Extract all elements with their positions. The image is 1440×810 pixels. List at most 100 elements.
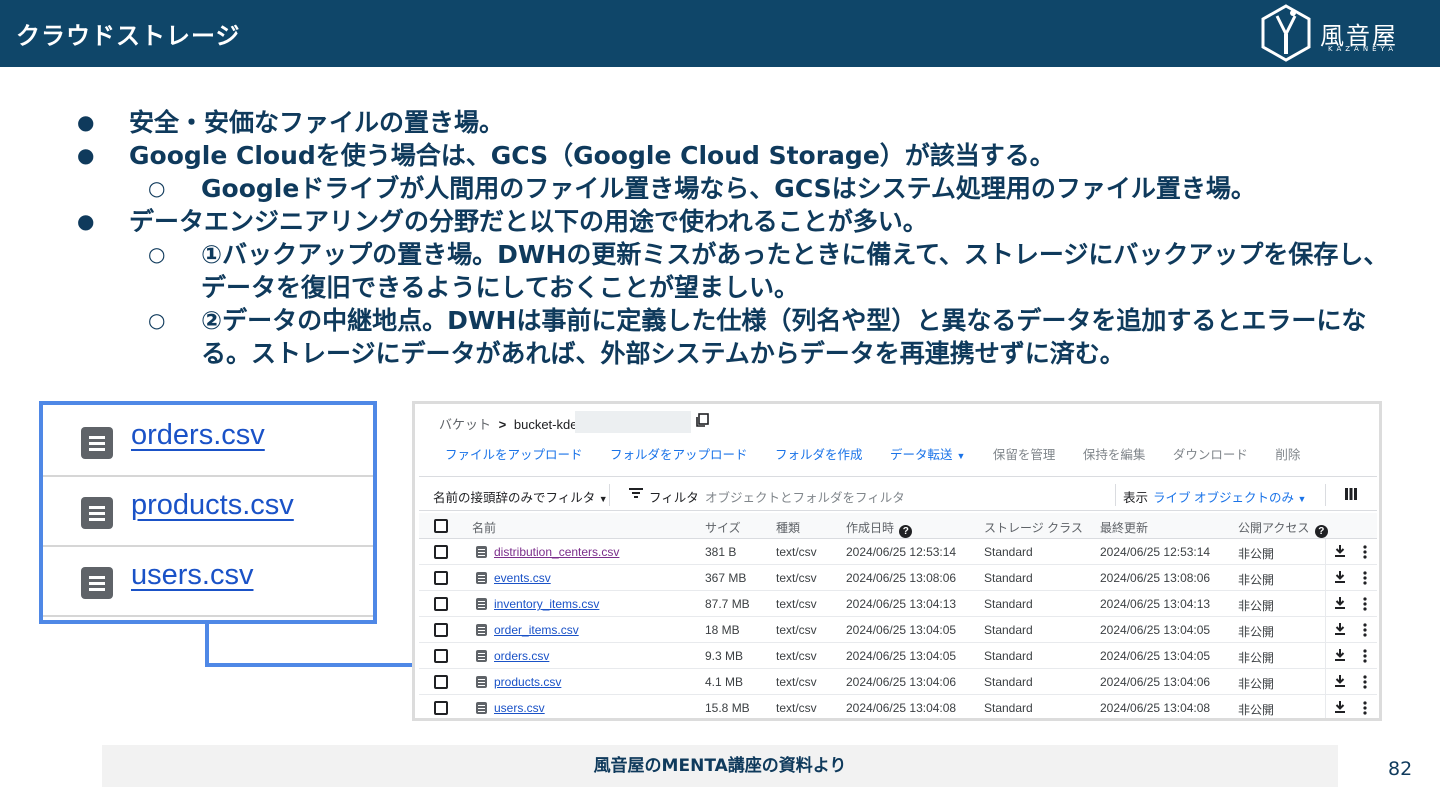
caret-down-icon: ▼ bbox=[1297, 494, 1307, 504]
zoomed-file-link[interactable]: orders.csv bbox=[131, 419, 265, 452]
column-header-created[interactable]: 作成日時 ? bbox=[846, 519, 913, 538]
object-size: 18 MB bbox=[705, 623, 740, 637]
manage-holds-button[interactable]: 保留を管理 bbox=[993, 444, 1056, 463]
bullet-text: 安全・安価なファイルの置き場。 bbox=[129, 108, 505, 137]
zoomed-file-item[interactable]: orders.csv bbox=[43, 407, 373, 477]
column-header-public-access[interactable]: 公開アクセス ? bbox=[1238, 519, 1328, 538]
caret-down-icon: ▼ bbox=[956, 451, 966, 461]
object-name-link[interactable]: distribution_centers.csv bbox=[494, 545, 619, 559]
more-options-icon[interactable] bbox=[1363, 701, 1367, 715]
table-row[interactable]: events.csv 367 MB text/csv 2024/06/25 13:08… bbox=[419, 565, 1377, 591]
column-header-name[interactable]: 名前 bbox=[472, 519, 496, 536]
object-name-link[interactable]: inventory_items.csv bbox=[494, 597, 599, 611]
breadcrumb: バケット > bucket-kdec- bbox=[439, 414, 588, 433]
more-options-icon[interactable] bbox=[1363, 649, 1367, 663]
create-folder-button[interactable]: フォルダを作成 bbox=[775, 444, 863, 463]
row-checkbox[interactable] bbox=[434, 675, 448, 689]
divider bbox=[419, 510, 1377, 511]
zoomed-file-item[interactable]: users.csv bbox=[43, 547, 373, 617]
bullet-marker: ● bbox=[77, 209, 95, 233]
filter-icon[interactable] bbox=[629, 486, 643, 500]
object-created: 2024/06/25 13:04:06 bbox=[846, 675, 957, 689]
document-icon bbox=[476, 546, 487, 558]
object-public-access: 非公開 bbox=[1238, 547, 1275, 561]
row-checkbox[interactable] bbox=[434, 571, 448, 585]
object-name-link[interactable]: orders.csv bbox=[494, 649, 549, 663]
sub-bullet-marker: ○ bbox=[148, 242, 166, 266]
more-options-icon[interactable] bbox=[1363, 571, 1367, 585]
table-row[interactable]: inventory_items.csv 87.7 MB text/csv 2024/0… bbox=[419, 591, 1377, 617]
column-header-size[interactable]: サイズ bbox=[705, 519, 741, 536]
upload-files-button[interactable]: ファイルをアップロード bbox=[445, 444, 583, 463]
divider bbox=[1325, 539, 1326, 565]
download-icon[interactable] bbox=[1334, 622, 1346, 636]
object-updated: 2024/06/25 13:08:06 bbox=[1100, 571, 1211, 585]
divider bbox=[609, 484, 610, 506]
download-icon[interactable] bbox=[1334, 570, 1346, 584]
gcs-console-panel: バケット > bucket-kdec- ファイルをアップロード フォルダをアップ… bbox=[412, 401, 1382, 721]
object-name-link[interactable]: products.csv bbox=[494, 675, 561, 689]
sub-bullet-item: ○ ①バックアップの置き場。DWHの更新ミスがあったときに備えて、ストレージにバッ… bbox=[72, 238, 1392, 304]
download-icon[interactable] bbox=[1334, 674, 1346, 688]
more-options-icon[interactable] bbox=[1363, 597, 1367, 611]
object-updated: 2024/06/25 13:04:05 bbox=[1100, 649, 1211, 663]
object-size: 87.7 MB bbox=[705, 597, 750, 611]
column-display-icon[interactable] bbox=[1345, 488, 1357, 500]
column-header-storage-class[interactable]: ストレージ クラス bbox=[984, 519, 1083, 536]
column-header-type[interactable]: 種類 bbox=[776, 519, 800, 536]
table-row[interactable]: users.csv 15.8 MB text/csv 2024/06/25 13:04… bbox=[419, 695, 1377, 718]
copy-icon[interactable] bbox=[695, 413, 709, 427]
page-number: 82 bbox=[1388, 758, 1413, 780]
more-options-icon[interactable] bbox=[1363, 623, 1367, 637]
table-row[interactable]: orders.csv 9.3 MB text/csv 2024/06/25 13:04… bbox=[419, 643, 1377, 669]
slide-header: クラウドストレージ 風音屋 KAZANEYA bbox=[0, 0, 1440, 67]
object-name-link[interactable]: users.csv bbox=[494, 701, 545, 715]
delete-button[interactable]: 削除 bbox=[1275, 444, 1300, 463]
row-checkbox[interactable] bbox=[434, 597, 448, 611]
breadcrumb-buckets[interactable]: バケット bbox=[439, 417, 491, 432]
table-row[interactable]: distribution_centers.csv 381 B text/csv 202… bbox=[419, 539, 1377, 565]
zoomed-file-link[interactable]: users.csv bbox=[131, 559, 253, 592]
row-checkbox[interactable] bbox=[434, 545, 448, 559]
zoomed-file-list: orders.csv products.csv users.csv bbox=[39, 401, 377, 624]
download-icon[interactable] bbox=[1334, 596, 1346, 610]
object-name-link[interactable]: order_items.csv bbox=[494, 623, 579, 637]
object-filter-input[interactable]: オブジェクトとフォルダをフィルタ bbox=[705, 487, 905, 506]
download-icon[interactable] bbox=[1334, 648, 1346, 662]
more-options-icon[interactable] bbox=[1363, 545, 1367, 559]
divider bbox=[1325, 565, 1326, 591]
document-icon bbox=[476, 624, 487, 636]
transfer-data-button[interactable]: データ転送 ▼ bbox=[890, 444, 965, 463]
kimono-logo-icon bbox=[1261, 4, 1311, 62]
sub-bullet-item: ○ ②データの中継地点。DWHは事前に定義した仕様（列名や型）と異なるデータを追加… bbox=[72, 304, 1392, 370]
download-icon[interactable] bbox=[1334, 544, 1346, 558]
row-checkbox[interactable] bbox=[434, 649, 448, 663]
object-created: 2024/06/25 13:04:08 bbox=[846, 701, 957, 715]
help-icon[interactable]: ? bbox=[1314, 525, 1328, 538]
download-icon[interactable] bbox=[1334, 700, 1346, 714]
bullet-marker: ● bbox=[77, 110, 95, 134]
object-size: 15.8 MB bbox=[705, 701, 750, 715]
upload-folder-button[interactable]: フォルダをアップロード bbox=[610, 444, 748, 463]
zoomed-file-item[interactable]: products.csv bbox=[43, 477, 373, 547]
row-checkbox[interactable] bbox=[434, 701, 448, 715]
show-label: 表示 bbox=[1123, 491, 1149, 505]
download-button[interactable]: ダウンロード bbox=[1173, 444, 1248, 463]
table-row[interactable]: products.csv 4.1 MB text/csv 2024/06/25 13:… bbox=[419, 669, 1377, 695]
prefix-filter-label: 名前の接頭辞のみでフィルタ bbox=[433, 491, 596, 505]
row-checkbox[interactable] bbox=[434, 623, 448, 637]
table-row[interactable]: order_items.csv 18 MB text/csv 2024/06/25 1… bbox=[419, 617, 1377, 643]
edit-retention-button[interactable]: 保持を編集 bbox=[1083, 444, 1146, 463]
select-all-checkbox[interactable] bbox=[434, 519, 448, 533]
object-created: 2024/06/25 13:04:05 bbox=[846, 649, 957, 663]
prefix-filter-dropdown[interactable]: 名前の接頭辞のみでフィルタ ▼ bbox=[433, 487, 608, 506]
object-name-link[interactable]: events.csv bbox=[494, 571, 551, 585]
object-type: text/csv bbox=[776, 675, 817, 689]
more-options-icon[interactable] bbox=[1363, 675, 1367, 689]
divider bbox=[1325, 484, 1326, 506]
column-header-updated[interactable]: 最終更新 bbox=[1100, 519, 1148, 536]
zoomed-file-link[interactable]: products.csv bbox=[131, 489, 294, 522]
show-live-objects-dropdown[interactable]: ライブ オブジェクトのみ ▼ bbox=[1153, 487, 1306, 506]
document-icon bbox=[476, 676, 487, 688]
help-icon[interactable]: ? bbox=[899, 525, 913, 538]
